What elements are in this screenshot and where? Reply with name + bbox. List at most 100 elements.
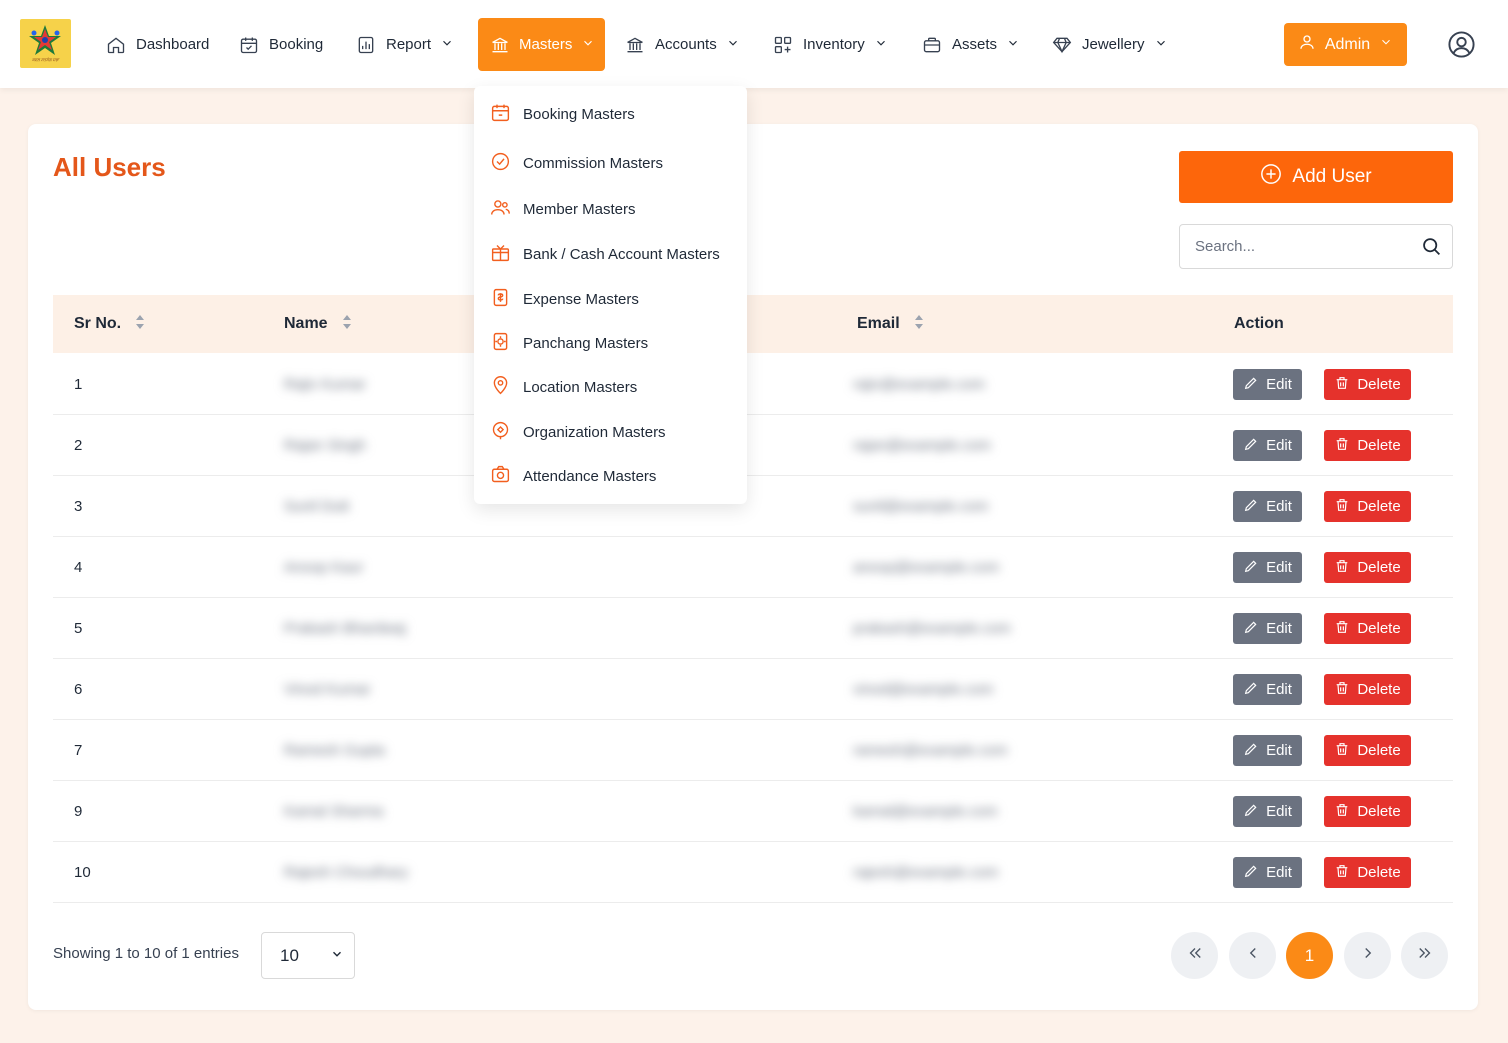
gift-bank-icon: [490, 242, 511, 267]
trash-icon: [1334, 619, 1350, 639]
edit-label: Edit: [1266, 498, 1292, 515]
menu-item-attendance-masters[interactable]: Attendance Masters: [490, 461, 740, 491]
menu-item-expense-masters[interactable]: Expense Masters: [490, 284, 740, 314]
delete-button[interactable]: Delete: [1324, 552, 1411, 583]
edit-label: Edit: [1266, 620, 1292, 637]
delete-button[interactable]: Delete: [1324, 857, 1411, 888]
edit-button[interactable]: Edit: [1233, 430, 1302, 461]
masters-dropdown-menu: Booking Masters Commission Masters Membe…: [474, 86, 747, 504]
email-cell: rajiv@example.com: [853, 375, 985, 393]
email-cell: ramesh@example.com: [853, 741, 1008, 759]
delete-button[interactable]: Delete: [1324, 491, 1411, 522]
last-page-button[interactable]: [1401, 932, 1448, 979]
nav-report[interactable]: Report: [355, 18, 454, 71]
page-size-select[interactable]: 10: [261, 932, 355, 979]
page-button-current[interactable]: 1: [1286, 932, 1333, 979]
double-chevron-left-icon: [1186, 944, 1204, 967]
receipt-icon: [490, 287, 511, 312]
nav-label: Assets: [952, 36, 998, 53]
delete-button[interactable]: Delete: [1324, 430, 1411, 461]
edit-label: Edit: [1266, 376, 1292, 393]
trash-icon: [1334, 741, 1350, 761]
nav-dashboard[interactable]: Dashboard: [105, 18, 209, 71]
menu-item-commission-masters[interactable]: Commission Masters: [490, 148, 740, 178]
delete-label: Delete: [1357, 559, 1401, 576]
nav-label: Jewellery: [1082, 36, 1145, 53]
edit-button[interactable]: Edit: [1233, 369, 1302, 400]
delete-label: Delete: [1357, 803, 1401, 820]
camera-icon: [490, 464, 511, 489]
column-label: Name: [284, 315, 328, 332]
nav-assets[interactable]: Assets: [921, 18, 1020, 71]
delete-button[interactable]: Delete: [1324, 735, 1411, 766]
chevron-down-icon: [1154, 36, 1168, 54]
name-cell: Prakash Bhardwaj: [284, 619, 406, 637]
nav-masters[interactable]: Masters: [478, 18, 605, 71]
delete-button[interactable]: Delete: [1324, 613, 1411, 644]
sr-cell: 5: [74, 619, 83, 637]
delete-label: Delete: [1357, 376, 1401, 393]
search-input[interactable]: [1195, 225, 1415, 268]
pencil-icon: [1243, 802, 1259, 822]
chevron-down-icon: [1379, 35, 1393, 54]
menu-item-location-masters[interactable]: Location Masters: [490, 372, 740, 402]
admin-label: Admin: [1324, 35, 1371, 53]
chevron-down-icon: [440, 36, 454, 54]
brand-logo[interactable]: ਕਵਲ ਸਤਸੰਗ ਸਭਾ: [20, 19, 71, 68]
menu-item-member-masters[interactable]: Member Masters: [490, 194, 740, 224]
column-sr-no[interactable]: Sr No.: [74, 295, 145, 353]
prev-page-button[interactable]: [1229, 932, 1276, 979]
edit-label: Edit: [1266, 437, 1292, 454]
chevron-left-icon: [1244, 944, 1262, 967]
profile-avatar-icon[interactable]: [1447, 30, 1476, 59]
add-user-button[interactable]: Add User: [1179, 151, 1453, 203]
search-icon[interactable]: [1421, 236, 1442, 257]
sr-cell: 2: [74, 436, 83, 454]
menu-item-bank-cash-account-masters[interactable]: Bank / Cash Account Masters: [490, 239, 740, 269]
nav-inventory[interactable]: Inventory: [772, 18, 888, 71]
nav-booking[interactable]: Booking: [238, 18, 323, 71]
edit-button[interactable]: Edit: [1233, 735, 1302, 766]
edit-button[interactable]: Edit: [1233, 491, 1302, 522]
chevron-right-icon: [1359, 944, 1377, 967]
first-page-button[interactable]: [1171, 932, 1218, 979]
table-header: Sr No. Name Email Action: [53, 295, 1453, 353]
sr-cell: 9: [74, 802, 83, 820]
nav-jewellery[interactable]: Jewellery: [1051, 18, 1168, 71]
menu-item-panchang-masters[interactable]: Panchang Masters: [490, 328, 740, 358]
admin-menu-button[interactable]: Admin: [1284, 23, 1407, 66]
plus-circle-icon: [1260, 163, 1282, 191]
next-page-button[interactable]: [1344, 932, 1391, 979]
menu-item-booking-masters[interactable]: Booking Masters: [490, 99, 740, 129]
edit-button[interactable]: Edit: [1233, 857, 1302, 888]
report-icon: [355, 34, 377, 56]
name-cell: Rajesh Choudhary: [284, 863, 409, 881]
edit-label: Edit: [1266, 803, 1292, 820]
email-cell: prakash@example.com: [853, 619, 1011, 637]
column-email[interactable]: Email: [857, 295, 924, 353]
edit-button[interactable]: Edit: [1233, 796, 1302, 827]
edit-button[interactable]: Edit: [1233, 552, 1302, 583]
pencil-icon: [1243, 436, 1259, 456]
trash-icon: [1334, 863, 1350, 883]
delete-button[interactable]: Delete: [1324, 369, 1411, 400]
location-icon: [490, 375, 511, 400]
name-cell: Vinod Kumar: [284, 680, 371, 698]
email-cell: anoop@example.com: [853, 558, 1000, 576]
delete-label: Delete: [1357, 742, 1401, 759]
chevron-down-icon: [1006, 36, 1020, 54]
delete-button[interactable]: Delete: [1324, 796, 1411, 827]
grid-icon: [772, 34, 794, 56]
delete-button[interactable]: Delete: [1324, 674, 1411, 705]
home-icon: [105, 34, 127, 56]
edit-button[interactable]: Edit: [1233, 674, 1302, 705]
edit-label: Edit: [1266, 742, 1292, 759]
menu-item-organization-masters[interactable]: Organization Masters: [490, 417, 740, 447]
column-name[interactable]: Name: [284, 295, 352, 353]
add-user-label: Add User: [1292, 166, 1372, 187]
user-icon: [1298, 33, 1316, 56]
nav-label: Booking: [269, 36, 324, 53]
delete-label: Delete: [1357, 681, 1401, 698]
edit-button[interactable]: Edit: [1233, 613, 1302, 644]
nav-accounts[interactable]: Accounts: [624, 18, 740, 71]
